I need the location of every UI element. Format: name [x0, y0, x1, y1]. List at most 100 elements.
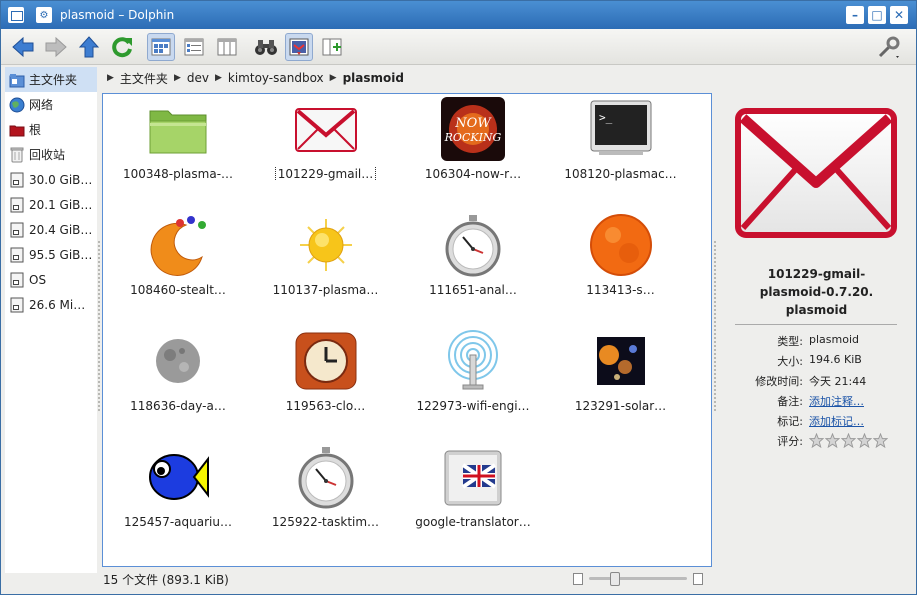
place-item[interactable]: 回收站	[5, 142, 97, 167]
columns-view-button[interactable]	[213, 33, 241, 61]
window-title: plasmoid – Dolphin	[60, 8, 175, 22]
breadcrumb-item[interactable]: plasmoid	[343, 71, 404, 85]
forward-button[interactable]	[42, 33, 70, 61]
file-item[interactable]: 125457-aquariu…	[105, 443, 251, 555]
file-label: 106304-now-r…	[400, 167, 546, 181]
back-button[interactable]	[9, 33, 37, 61]
breadcrumb-item[interactable]: 主文件夹	[120, 70, 168, 87]
file-item[interactable]: 118636-day-a…	[105, 327, 251, 439]
terminal-icon: >_	[590, 100, 651, 155]
place-label: 20.4 GiB…	[29, 222, 93, 237]
preview-button[interactable]	[285, 32, 313, 61]
info-meta-key: 修改时间:	[755, 375, 803, 388]
file-item[interactable]: 111651-anal…	[400, 211, 546, 323]
file-label-text: 106304-now-r…	[424, 167, 522, 181]
window-menu-icon[interactable]: ⚙	[36, 7, 52, 23]
file-label: 111651-anal…	[400, 283, 546, 297]
file-label-text: 111651-anal…	[429, 283, 517, 297]
breadcrumb-item[interactable]: dev	[187, 71, 209, 85]
drive-icon	[9, 197, 25, 213]
file-item[interactable]: NOW ROCKING 106304-now-r…	[400, 95, 546, 207]
place-label: 95.5 GiB…	[29, 247, 93, 262]
info-meta-row: 类型: plasmoid	[719, 333, 914, 353]
star-icon[interactable]	[825, 433, 840, 448]
breadcrumb: ▶ 主文件夹 ▶ dev ▶ kimtoy-sandbox ▶ plasmoid	[101, 67, 713, 89]
breadcrumb-item[interactable]: kimtoy-sandbox	[228, 71, 324, 85]
place-item[interactable]: 根	[5, 117, 97, 142]
translator-icon	[444, 450, 502, 506]
file-label-text: 118636-day-a…	[130, 399, 226, 413]
star-icon[interactable]	[809, 433, 824, 448]
place-label: 网络	[29, 98, 54, 112]
zoom-slider[interactable]	[571, 571, 705, 587]
reload-button[interactable]	[108, 33, 136, 61]
file-item[interactable]: 100348-plasma-…	[105, 95, 251, 207]
info-meta-link[interactable]: 添加注释…	[809, 393, 914, 413]
network-icon	[9, 97, 25, 113]
info-meta-link[interactable]: 添加标记…	[809, 413, 914, 433]
file-label-text: 125922-tasktim…	[271, 515, 380, 529]
maximize-button[interactable]: □	[868, 6, 886, 24]
up-button[interactable]	[75, 33, 103, 61]
zoom-out-icon[interactable]	[573, 573, 583, 585]
file-label-text: 113413-s…	[586, 283, 655, 297]
find-button[interactable]	[252, 33, 280, 61]
app-window-icon[interactable]	[8, 7, 24, 23]
details-view-button[interactable]	[180, 33, 208, 61]
file-view[interactable]: 100348-plasma-… 101229-gmail… NOW ROCKING 10…	[102, 93, 712, 567]
configure-button[interactable]	[875, 33, 903, 61]
file-item[interactable]: google-translator…	[400, 443, 546, 555]
place-label: 回收站	[29, 148, 66, 162]
place-item[interactable]: 主文件夹	[5, 67, 97, 92]
columns-view-icon	[217, 38, 237, 55]
file-label-text: 110137-plasma…	[272, 283, 379, 297]
zoom-in-icon[interactable]	[693, 573, 703, 585]
file-label: 123291-solar…	[548, 399, 694, 413]
place-item[interactable]: 网络	[5, 92, 97, 117]
sun-surface-icon	[589, 214, 652, 276]
file-item[interactable]: 123291-solar…	[548, 327, 694, 439]
place-item[interactable]: 26.6 Mi…	[5, 292, 97, 317]
solar-system-icon	[596, 337, 645, 385]
place-item[interactable]: 95.5 GiB…	[5, 242, 97, 267]
info-meta-value: 今天 21:44	[809, 375, 867, 388]
close-button[interactable]: ✕	[890, 6, 908, 24]
place-item[interactable]: 30.0 GiB…	[5, 167, 97, 192]
file-item[interactable]: 119563-clo…	[253, 327, 399, 439]
breadcrumb-separator-icon[interactable]: ▶	[107, 73, 114, 83]
icons-view-button[interactable]	[147, 32, 175, 61]
dolphin-window: ⚙ plasmoid – Dolphin – □ ✕ 主文件夹 网络 根 回收站…	[0, 0, 917, 595]
places-splitter[interactable]	[98, 241, 100, 411]
place-item[interactable]: OS	[5, 267, 97, 292]
star-icon[interactable]	[841, 433, 856, 448]
file-item[interactable]: 113413-s…	[548, 211, 694, 323]
title-bar[interactable]: ⚙ plasmoid – Dolphin – □ ✕	[1, 1, 916, 29]
zoom-handle[interactable]	[610, 572, 621, 586]
info-meta-key: 评分:	[777, 435, 803, 448]
breadcrumb-separator-icon[interactable]: ▶	[330, 73, 337, 83]
file-label: 108460-stealt…	[105, 283, 251, 297]
file-label: 119563-clo…	[253, 399, 399, 413]
info-meta-key: 标记:	[777, 415, 803, 428]
info-splitter[interactable]	[714, 241, 716, 411]
split-button[interactable]	[318, 33, 346, 61]
minimize-button[interactable]: –	[846, 6, 864, 24]
file-item[interactable]: 108460-stealt…	[105, 211, 251, 323]
file-item[interactable]: 101229-gmail…	[253, 95, 399, 207]
file-item[interactable]: >_ 108120-plasmac…	[548, 95, 694, 207]
star-icon[interactable]	[873, 433, 888, 448]
file-label: 108120-plasmac…	[548, 167, 694, 181]
file-item[interactable]: 122973-wifi-engi…	[400, 327, 546, 439]
breadcrumb-separator-icon[interactable]: ▶	[174, 73, 181, 83]
place-item[interactable]: 20.1 GiB…	[5, 192, 97, 217]
info-file-name: 101229-gmail-plasmoid-0.7.20. plasmoid	[759, 267, 874, 317]
rating-stars[interactable]	[809, 433, 888, 453]
star-icon[interactable]	[857, 433, 872, 448]
file-label: 122973-wifi-engi…	[400, 399, 546, 413]
breadcrumb-separator-icon[interactable]: ▶	[215, 73, 222, 83]
file-item[interactable]: 110137-plasma…	[253, 211, 399, 323]
zoom-track[interactable]	[589, 577, 687, 580]
place-item[interactable]: 20.4 GiB…	[5, 217, 97, 242]
file-item[interactable]: 125922-tasktim…	[253, 443, 399, 555]
moon-icon	[156, 339, 200, 383]
